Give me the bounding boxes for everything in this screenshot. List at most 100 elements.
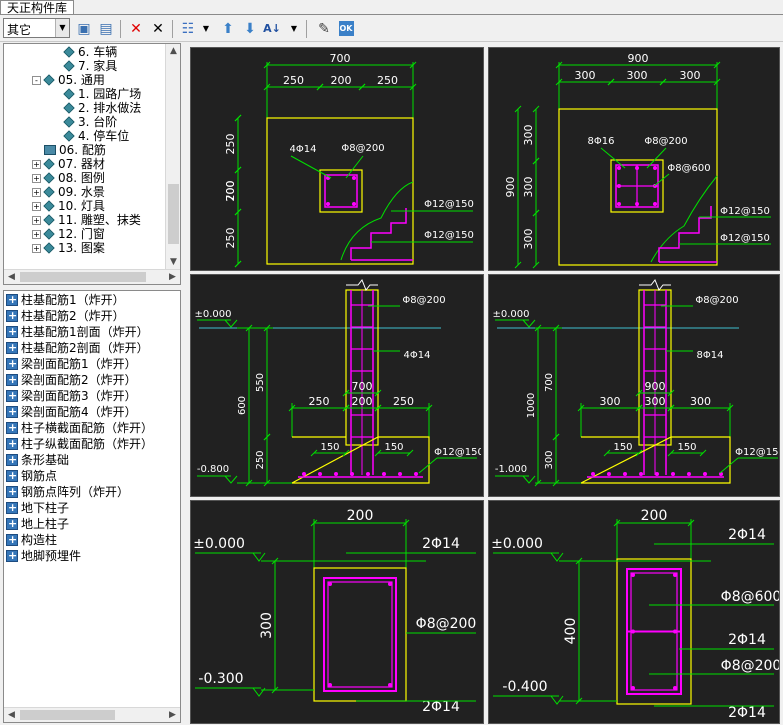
tree-item[interactable]: 6. 车辆 bbox=[63, 45, 117, 59]
library-icon bbox=[43, 228, 55, 240]
drawing-label: 300 bbox=[544, 450, 555, 469]
preview-footing-section-1[interactable]: ±0.000 Φ8@200 4Φ14 700 250 200 250 150 150 Φ12@15… bbox=[190, 274, 484, 497]
move-down-icon[interactable]: ⬇ bbox=[240, 19, 260, 39]
list-item[interactable]: 钢筋点阵列（炸开） bbox=[6, 484, 129, 500]
drawing-label: 300 bbox=[522, 125, 535, 146]
tree-item[interactable]: +11. 雕塑、抹类 bbox=[32, 213, 141, 227]
list-item[interactable]: 柱基配筋1剖面（炸开） bbox=[6, 324, 149, 340]
drawing-label: 700 bbox=[544, 373, 555, 392]
expand-icon[interactable]: + bbox=[32, 160, 41, 169]
tree-item[interactable]: 1. 园路广场 bbox=[63, 87, 142, 101]
tree-item[interactable]: 3. 台阶 bbox=[63, 115, 117, 129]
preview-column-footing-1[interactable]: 700 250 200 250 700 250 200 250 4Φ14 Φ8@200 Φ12@15… bbox=[190, 47, 484, 271]
list-item[interactable]: 梁剖面配筋3（炸开） bbox=[6, 388, 137, 404]
collapse-icon[interactable]: - bbox=[32, 76, 41, 85]
component-icon bbox=[6, 436, 18, 452]
list-item[interactable]: 柱子横截面配筋（炸开） bbox=[6, 420, 153, 436]
preview-footing-section-2[interactable]: ±0.000 Φ8@200 8Φ14 900 300 300 300 150 150 Φ12@15… bbox=[488, 274, 780, 497]
list-item[interactable]: 构造柱 bbox=[6, 532, 57, 548]
scroll-down-icon[interactable]: ▼ bbox=[166, 255, 180, 270]
rebar-dot bbox=[623, 472, 627, 476]
expand-icon[interactable]: + bbox=[32, 174, 41, 183]
list-item[interactable]: 柱基配筋2（炸开） bbox=[6, 308, 125, 324]
preview-beam-section-1[interactable]: 200 ±0.000 300 2Φ14 Φ8@200 2Φ14 -0.300 bbox=[190, 500, 484, 724]
scroll-thumb[interactable] bbox=[20, 710, 115, 720]
library-icon bbox=[63, 60, 75, 72]
toolbar-separator bbox=[172, 20, 173, 38]
tree-item[interactable]: 7. 家具 bbox=[63, 59, 117, 73]
tree-item[interactable]: 4. 停车位 bbox=[63, 129, 129, 143]
scroll-thumb[interactable] bbox=[168, 184, 179, 244]
ok-icon[interactable]: OK bbox=[336, 19, 356, 39]
save-library-icon[interactable]: ▤ bbox=[96, 19, 116, 39]
tree-item[interactable]: +07. 器材 bbox=[32, 157, 105, 171]
preview-column-footing-2[interactable]: 900 300 300 300 900 300 300 300 8Φ16 Φ8@200 Φ8@600… bbox=[488, 47, 780, 271]
tree-item[interactable]: +10. 灯具 bbox=[32, 199, 105, 213]
pencil-icon[interactable]: ✎ bbox=[314, 19, 334, 39]
grid-view-icon[interactable]: ☷ bbox=[178, 19, 198, 39]
list-item[interactable]: 地下柱子 bbox=[6, 500, 69, 516]
list-item[interactable]: 条形基础 bbox=[6, 452, 69, 468]
scroll-left-icon[interactable]: ◀ bbox=[4, 270, 19, 284]
expand-icon[interactable]: + bbox=[32, 244, 41, 253]
move-up-icon[interactable]: ⬆ bbox=[218, 19, 238, 39]
pane-splitter[interactable] bbox=[184, 43, 188, 725]
drawing-canvas: 700250 200 2507002502002504Φ14 Φ8@200Φ12@15… bbox=[224, 52, 474, 268]
rebar-dot bbox=[607, 472, 611, 476]
delete-black-icon[interactable]: ✕ bbox=[148, 19, 168, 39]
tree-item[interactable]: 2. 排水做法 bbox=[63, 101, 141, 115]
expand-icon[interactable]: + bbox=[32, 230, 41, 239]
chevron-down-icon[interactable]: ▼ bbox=[284, 19, 304, 39]
open-icon[interactable]: ▣ bbox=[74, 19, 94, 39]
drawing-label: 200 bbox=[224, 181, 237, 202]
drawing-label: -1.000 bbox=[495, 464, 527, 475]
drawing-label: -0.400 bbox=[502, 679, 547, 695]
scroll-left-icon[interactable]: ◀ bbox=[4, 708, 19, 722]
list-item[interactable]: 地脚预埋件 bbox=[6, 548, 81, 564]
tree-item[interactable]: +12. 门窗 bbox=[32, 227, 105, 241]
tree-item[interactable]: +09. 水景 bbox=[32, 185, 105, 199]
rebar-dot bbox=[617, 202, 621, 206]
tree-item[interactable]: +13. 图案 bbox=[32, 241, 105, 255]
preview-beam-section-2[interactable]: 200 ±0.000 400 2Φ14 Φ8@600 2Φ14 Φ8@200 2Φ14 -0.4… bbox=[488, 500, 780, 724]
drawing-rect bbox=[558, 108, 718, 266]
expand-icon[interactable]: + bbox=[32, 216, 41, 225]
tree-item[interactable]: 06. 配筋 bbox=[32, 143, 106, 157]
tree-item[interactable]: - 05. 通用 bbox=[32, 73, 105, 87]
list-item[interactable]: 梁剖面配筋4（炸开） bbox=[6, 404, 137, 420]
tree-item[interactable]: +08. 图例 bbox=[32, 171, 105, 185]
tree-vertical-scrollbar[interactable]: ▲ ▼ bbox=[165, 44, 180, 270]
expand-icon[interactable]: + bbox=[32, 202, 41, 211]
list-item[interactable]: 柱子纵截面配筋（炸开） bbox=[6, 436, 153, 452]
category-select[interactable]: 其它 ▼ bbox=[3, 18, 70, 38]
list-item[interactable]: 梁剖面配筋2（炸开） bbox=[6, 372, 137, 388]
component-icon bbox=[6, 452, 18, 468]
sort-icon[interactable]: A↓ bbox=[262, 19, 282, 39]
list-item[interactable]: 地上柱子 bbox=[6, 516, 69, 532]
scroll-up-icon[interactable]: ▲ bbox=[166, 44, 180, 59]
list-item[interactable]: 柱基配筋1（炸开） bbox=[6, 292, 125, 308]
rebar-dot bbox=[388, 683, 392, 687]
scroll-thumb[interactable] bbox=[20, 272, 146, 282]
expand-icon[interactable]: + bbox=[32, 188, 41, 197]
scroll-right-icon[interactable]: ▶ bbox=[165, 708, 180, 722]
tree-horizontal-scrollbar[interactable]: ◀ ▶ bbox=[4, 269, 180, 284]
list-horizontal-scrollbar[interactable]: ◀ ▶ bbox=[4, 707, 180, 722]
component-icon bbox=[6, 356, 18, 372]
library-icon bbox=[63, 116, 75, 128]
component-list[interactable]: 柱基配筋1（炸开） 柱基配筋2（炸开） 柱基配筋1剖面（炸开） 柱基配筋2剖面（炸开）… bbox=[3, 290, 181, 723]
list-item[interactable]: 钢筋点 bbox=[6, 468, 57, 484]
drawing-label: -0.300 bbox=[198, 671, 243, 687]
rebar-dot bbox=[382, 472, 386, 476]
category-tree[interactable]: 6. 车辆 7. 家具 - 05. 通用 1. 园路广场 2. 排水做法 3. 台阶 4. 停… bbox=[3, 43, 181, 285]
delete-red-icon[interactable]: ✕ bbox=[126, 19, 146, 39]
drawing-label: 250 bbox=[255, 450, 266, 469]
list-item-label: 构造柱 bbox=[21, 533, 58, 547]
list-item[interactable]: 柱基配筋2剖面（炸开） bbox=[6, 340, 149, 356]
scroll-right-icon[interactable]: ▶ bbox=[165, 270, 180, 284]
component-icon bbox=[6, 372, 18, 388]
chevron-down-icon[interactable]: ▼ bbox=[196, 19, 216, 39]
list-item[interactable]: 梁剖面配筋1（炸开） bbox=[6, 356, 137, 372]
chevron-down-icon[interactable]: ▼ bbox=[55, 19, 69, 37]
tree-item-label: 1. 园路广场 bbox=[78, 87, 142, 101]
